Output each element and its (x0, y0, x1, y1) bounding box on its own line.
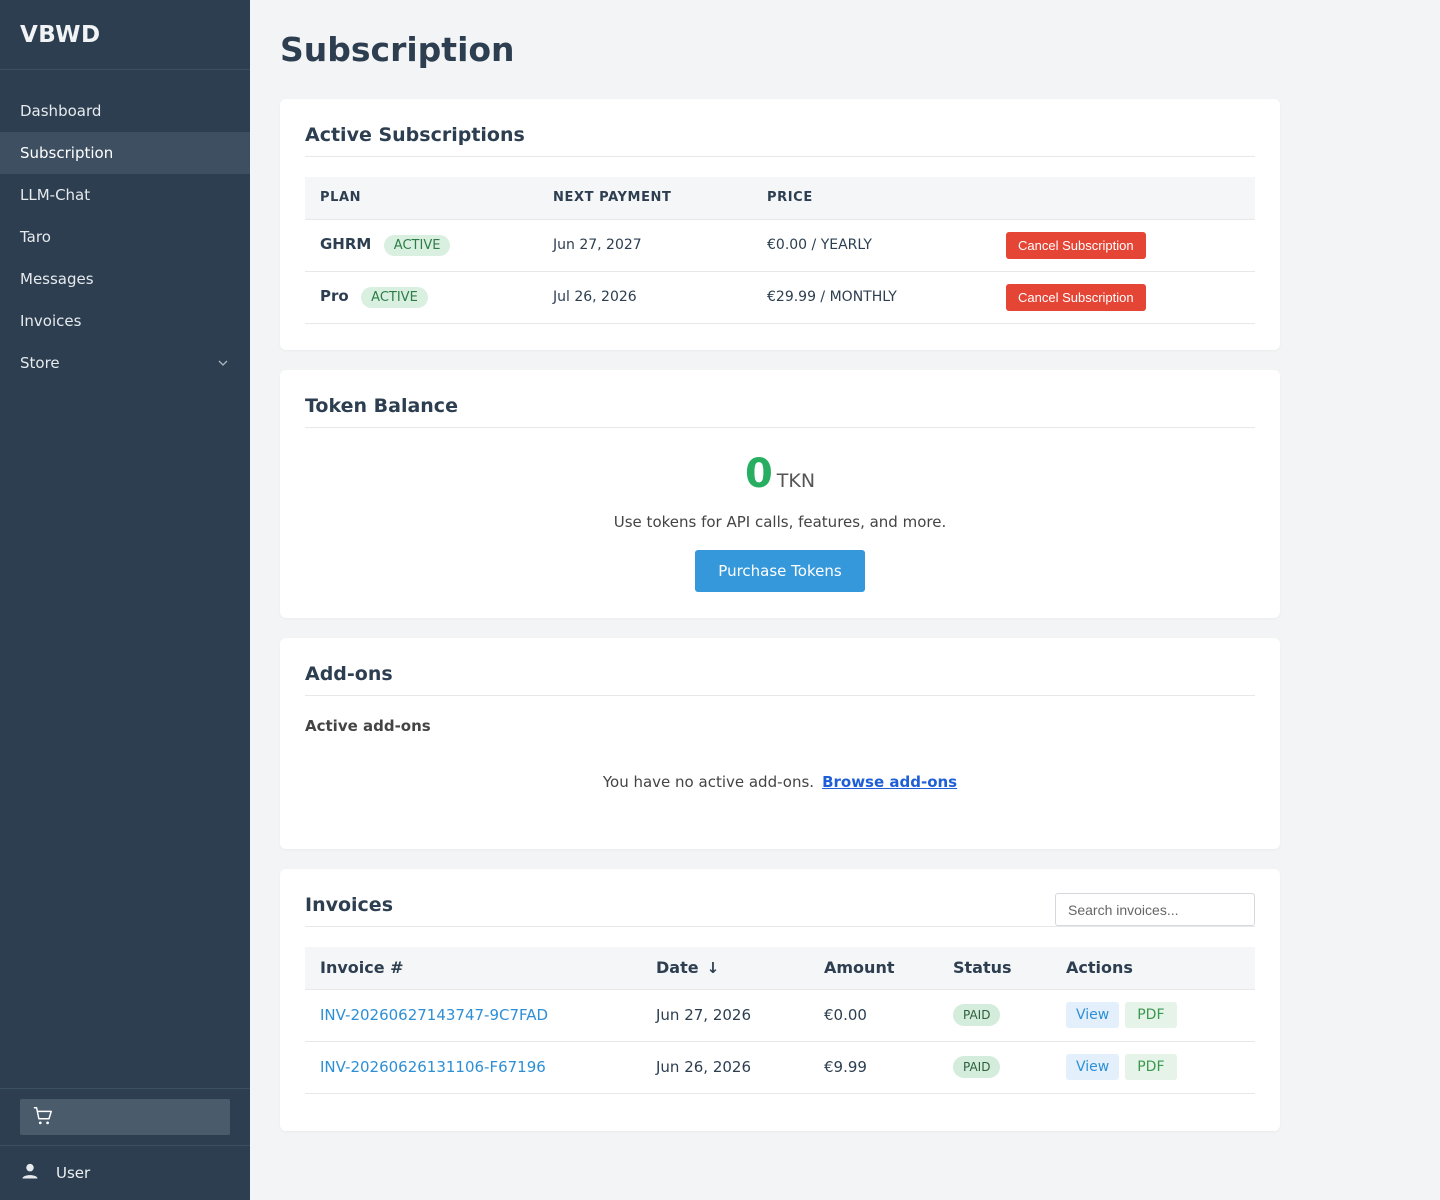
purchase-tokens-button[interactable]: Purchase Tokens (695, 550, 865, 592)
pdf-invoice-button[interactable]: PDF (1125, 1002, 1177, 1028)
token-amount: 0 TKN (305, 451, 1255, 497)
sidebar-item-invoices[interactable]: Invoices (0, 300, 250, 342)
token-count: 0 (744, 451, 773, 497)
plan-name: Pro (320, 286, 349, 305)
column-header-actions: Actions (1051, 947, 1255, 990)
chevron-down-icon (218, 342, 228, 384)
invoice-amount-cell: €9.99 (809, 1041, 938, 1094)
sidebar-footer: User (0, 1088, 250, 1200)
plan-cell: GHRM ACTIVE (305, 219, 538, 272)
invoices-card: Invoices Invoice # Date ↓ Amount Status A… (280, 869, 1280, 1131)
invoices-header-row: Invoice # Date ↓ Amount Status Actions (305, 947, 1255, 990)
table-row: Pro ACTIVE Jul 26, 2026 €29.99 / MONTHLY… (305, 271, 1255, 324)
addons-empty-text: You have no active add-ons. (602, 773, 815, 791)
invoice-number-cell: INV-20260626131106-F67196 (305, 1041, 641, 1094)
status-badge: ACTIVE (361, 286, 428, 308)
column-header-amount[interactable]: Amount (809, 947, 938, 990)
sidebar-nav: Dashboard Subscription LLM-Chat Taro Mes… (0, 70, 250, 384)
cart-icon (32, 1107, 54, 1131)
plan-name: GHRM (320, 234, 372, 253)
addons-card: Add-ons Active add-ons You have no activ… (280, 638, 1280, 849)
next-payment-cell: Jun 27, 2027 (538, 219, 752, 272)
sidebar-item-subscription[interactable]: Subscription (0, 132, 250, 174)
invoices-table: Invoice # Date ↓ Amount Status Actions IN… (305, 947, 1255, 1094)
column-header-invoice-number[interactable]: Invoice # (305, 947, 641, 990)
brand-logo[interactable]: VBWD (0, 0, 250, 70)
action-cell: Cancel Subscription (991, 271, 1255, 324)
column-header-status[interactable]: Status (938, 947, 1051, 990)
sidebar-item-dashboard[interactable]: Dashboard (0, 90, 250, 132)
cancel-subscription-button[interactable]: Cancel Subscription (1006, 283, 1146, 311)
invoice-amount-cell: €0.00 (809, 989, 938, 1042)
token-balance-title: Token Balance (305, 370, 1255, 428)
invoices-header: Invoices (305, 869, 1255, 927)
subscriptions-header-row: PLAN NEXT PAYMENT PRICE (305, 177, 1255, 220)
sidebar-item-taro[interactable]: Taro (0, 216, 250, 258)
price-cell: €29.99 / MONTHLY (752, 271, 991, 324)
view-invoice-button[interactable]: View (1066, 1002, 1120, 1028)
invoice-actions-cell: View PDF (1051, 1041, 1255, 1094)
price-cell: €0.00 / YEARLY (752, 219, 991, 272)
view-invoice-button[interactable]: View (1066, 1054, 1120, 1080)
table-row: INV-20260627143747-9C7FAD Jun 27, 2026 €… (305, 989, 1255, 1042)
pdf-invoice-button[interactable]: PDF (1125, 1054, 1177, 1080)
invoice-date-cell: Jun 27, 2026 (641, 989, 809, 1042)
page-title: Subscription (280, 30, 515, 69)
invoice-status-cell: PAID (938, 1041, 1051, 1094)
invoice-actions-cell: View PDF (1051, 989, 1255, 1042)
search-invoices-input[interactable] (1055, 893, 1255, 926)
status-badge: PAID (953, 1004, 1001, 1026)
column-header-date[interactable]: Date ↓ (641, 947, 809, 990)
active-addons-heading: Active add-ons (305, 717, 431, 735)
user-icon (20, 1161, 56, 1185)
column-header-next-payment: NEXT PAYMENT (538, 177, 752, 220)
active-subscriptions-card: Active Subscriptions PLAN NEXT PAYMENT P… (280, 99, 1280, 350)
cancel-subscription-button[interactable]: Cancel Subscription (1006, 231, 1146, 259)
token-unit: TKN (776, 470, 816, 492)
table-row: GHRM ACTIVE Jun 27, 2027 €0.00 / YEARLY … (305, 219, 1255, 272)
sidebar-item-llm-chat[interactable]: LLM-Chat (0, 174, 250, 216)
action-cell: Cancel Subscription (991, 219, 1255, 272)
next-payment-cell: Jul 26, 2026 (538, 271, 752, 324)
sidebar-item-messages[interactable]: Messages (0, 258, 250, 300)
sort-descending-icon: ↓ (706, 959, 720, 978)
invoice-link[interactable]: INV-20260626131106-F67196 (320, 1058, 546, 1076)
column-header-action (991, 177, 1255, 220)
cart-button[interactable] (20, 1099, 230, 1135)
addons-empty-state: You have no active add-ons. Browse add-on… (305, 773, 1255, 791)
user-menu[interactable]: User (0, 1145, 250, 1200)
invoice-link[interactable]: INV-20260627143747-9C7FAD (320, 1006, 548, 1024)
invoice-status-cell: PAID (938, 989, 1051, 1042)
column-header-plan: PLAN (305, 177, 538, 220)
status-badge: ACTIVE (383, 234, 451, 256)
browse-addons-link[interactable]: Browse add-ons (822, 773, 957, 791)
invoice-number-cell: INV-20260627143747-9C7FAD (305, 989, 641, 1042)
column-header-date-label: Date (656, 958, 699, 978)
sidebar: VBWD Dashboard Subscription LLM-Chat Tar… (0, 0, 250, 1200)
user-label: User (56, 1164, 91, 1182)
status-badge: PAID (953, 1056, 1001, 1078)
sidebar-item-store[interactable]: Store (0, 342, 250, 384)
token-description: Use tokens for API calls, features, and … (613, 513, 947, 531)
invoice-date-cell: Jun 26, 2026 (641, 1041, 809, 1094)
active-subscriptions-title: Active Subscriptions (305, 99, 1255, 157)
subscriptions-table: PLAN NEXT PAYMENT PRICE GHRM ACTIVE Jun … (305, 177, 1255, 324)
token-balance-card: Token Balance 0 TKN Use tokens for API ca… (280, 370, 1280, 618)
sidebar-item-store-label: Store (20, 354, 60, 372)
table-row: INV-20260626131106-F67196 Jun 26, 2026 €… (305, 1041, 1255, 1094)
cart-section (0, 1088, 250, 1145)
addons-title: Add-ons (305, 638, 1255, 696)
plan-cell: Pro ACTIVE (305, 271, 538, 324)
column-header-price: PRICE (752, 177, 991, 220)
